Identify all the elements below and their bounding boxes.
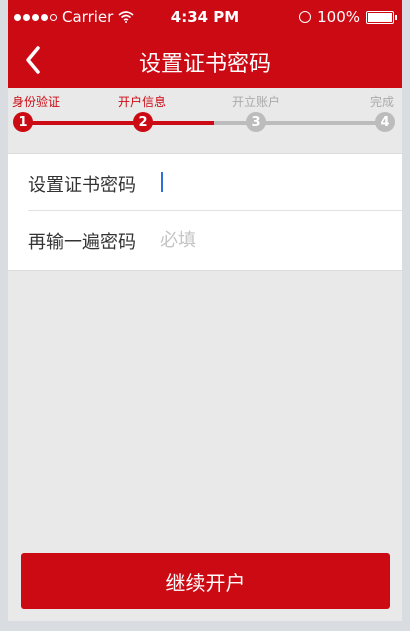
status-bar: Carrier 4:34 PM 100% [8, 0, 402, 34]
password-field[interactable] [160, 166, 380, 200]
step-circle-4: 4 [375, 112, 395, 132]
confirm-password-field[interactable] [160, 223, 380, 257]
confirm-password-label: 再输一遍密码 [28, 232, 136, 253]
step-circle-3: 3 [246, 112, 266, 132]
step-circle-1: 1 [13, 112, 33, 132]
password-row: 设置证书密码 [8, 154, 402, 211]
battery-percent: 100% [317, 8, 360, 26]
password-form: 设置证书密码 再输一遍密码 [8, 153, 402, 271]
progress-line-done [22, 121, 214, 125]
status-right: 100% [299, 8, 397, 26]
confirm-row: 再输一遍密码 [8, 211, 402, 268]
progress-line-pending [214, 121, 384, 125]
step-label-3: 开立账户 [232, 95, 281, 109]
step-label-1: 身份验证 [12, 95, 61, 109]
step-label-4: 完成 [370, 95, 395, 109]
password-label: 设置证书密码 [28, 175, 136, 196]
page-title: 设置证书密码 [138, 52, 271, 77]
text-caret [161, 172, 163, 192]
step-circle-2: 2 [133, 112, 153, 132]
battery-icon [366, 10, 397, 24]
orientation-lock-icon [299, 11, 312, 23]
app-screen: Carrier 4:34 PM 100% 设置证书密码 身份验证 开户信息 开立… [8, 0, 402, 621]
continue-button[interactable]: 继续开户 [21, 553, 390, 609]
step-label-2: 开户信息 [118, 95, 167, 109]
step-progress: 身份验证 开户信息 开立账户 完成 1 2 3 4 [8, 88, 402, 140]
navigation-bar: 设置证书密码 [8, 34, 402, 88]
